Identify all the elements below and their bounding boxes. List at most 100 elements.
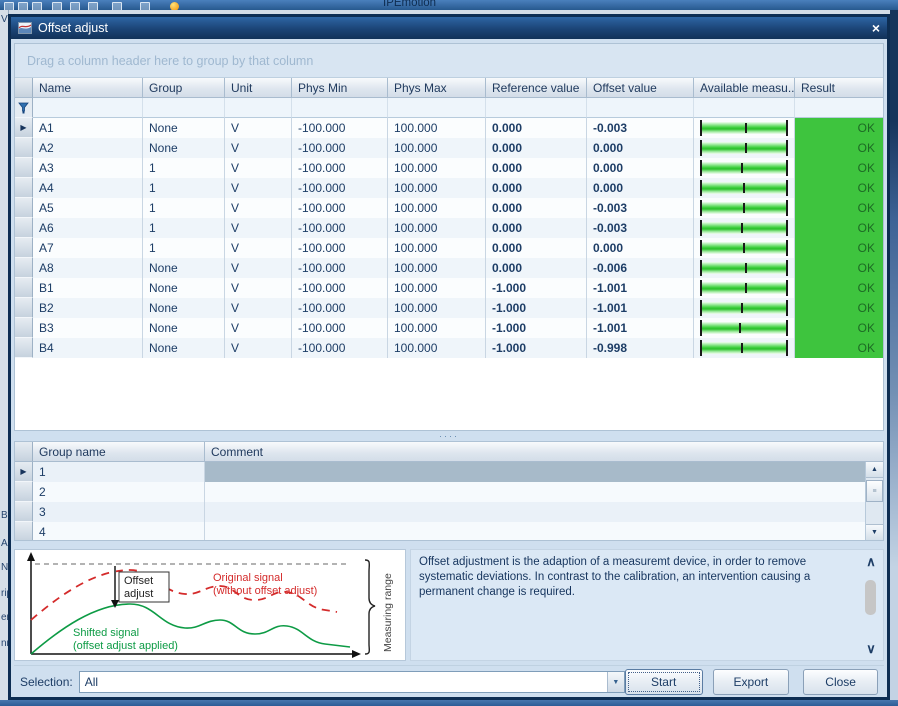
row-selector[interactable] [15, 482, 33, 502]
row-selector[interactable] [15, 258, 33, 278]
cell-unit: V [225, 178, 292, 198]
cell-phys-max: 100.000 [388, 118, 486, 138]
column-header-result[interactable]: Result [795, 78, 883, 98]
screen: IPEmotion ViBANriperenn Offset adjust × … [0, 0, 898, 706]
cell-name: B4 [33, 338, 143, 358]
column-header-phys-min[interactable]: Phys Min [292, 78, 388, 98]
row-selector[interactable] [15, 298, 33, 318]
export-button[interactable]: Export [712, 669, 790, 695]
filter-cell-phys-min[interactable] [292, 98, 388, 118]
cell-unit: V [225, 318, 292, 338]
table-row[interactable]: ▶ A1 None V -100.000 100.000 0.000 -0.003 OK [15, 118, 883, 138]
list-item[interactable]: 4 [15, 522, 883, 540]
row-selector[interactable] [15, 238, 33, 258]
column-header-group-name[interactable]: Group name [33, 442, 205, 462]
column-header-reference-value[interactable]: Reference value [486, 78, 587, 98]
filter-cell-available-measu[interactable] [694, 98, 795, 118]
cell-offset-value: -0.998 [587, 338, 694, 358]
description-scrollbar[interactable]: ∧ ∨ [862, 553, 880, 657]
filter-cell-unit[interactable] [225, 98, 292, 118]
selection-combobox[interactable]: All ▼ [78, 671, 625, 693]
row-selector[interactable] [15, 338, 33, 358]
cell-name: B3 [33, 318, 143, 338]
scroll-up-icon[interactable]: ▲ [866, 462, 883, 478]
row-selector[interactable] [15, 138, 33, 158]
cell-offset-value: 0.000 [587, 158, 694, 178]
panel-splitter[interactable]: ···· [14, 431, 884, 441]
filter-cell-reference-value[interactable] [486, 98, 587, 118]
row-selector[interactable] [15, 178, 33, 198]
filter-cell-offset-value[interactable] [587, 98, 694, 118]
chevron-down-icon[interactable]: ▼ [606, 672, 624, 692]
row-selector[interactable] [15, 218, 33, 238]
table-row[interactable]: A7 1 V -100.000 100.000 0.000 0.000 OK [15, 238, 883, 258]
table-row[interactable]: A8 None V -100.000 100.000 0.000 -0.006 OK [15, 258, 883, 278]
column-header-unit[interactable]: Unit [225, 78, 292, 98]
toolbar-icon[interactable] [52, 2, 62, 10]
scroll-up-icon[interactable]: ∧ [862, 553, 880, 570]
row-selector[interactable] [15, 318, 33, 338]
scroll-down-icon[interactable]: ∨ [862, 640, 880, 657]
toolbar-icon[interactable] [18, 2, 28, 10]
filter-cell-group[interactable] [143, 98, 225, 118]
meter-value-tick [743, 203, 745, 213]
close-button[interactable]: Close [803, 669, 878, 695]
selection-label: Selection: [20, 675, 73, 689]
list-item[interactable]: ▶ 1 [15, 462, 883, 482]
toolbar-icon[interactable] [70, 2, 80, 10]
row-selector[interactable] [15, 502, 33, 522]
table-row[interactable]: A5 1 V -100.000 100.000 0.000 -0.003 OK [15, 198, 883, 218]
table-row[interactable]: B3 None V -100.000 100.000 -1.000 -1.001 OK [15, 318, 883, 338]
dialog-footer: Selection: All ▼ Start Export Close [14, 665, 884, 698]
close-icon[interactable]: × [872, 21, 880, 35]
smiley-icon[interactable] [170, 2, 179, 10]
column-header-name[interactable]: Name [33, 78, 143, 98]
table-row[interactable]: B1 None V -100.000 100.000 -1.000 -1.001 OK [15, 278, 883, 298]
row-selector[interactable] [15, 198, 33, 218]
table-row[interactable]: B4 None V -100.000 100.000 -1.000 -0.998 OK [15, 338, 883, 358]
row-selector[interactable]: ▶ [15, 462, 33, 482]
available-measurements-cell [694, 178, 795, 198]
table-row[interactable]: A2 None V -100.000 100.000 0.000 0.000 OK [15, 138, 883, 158]
result-cell: OK [795, 278, 883, 298]
filter-cell-result[interactable] [795, 98, 883, 118]
cell-phys-max: 100.000 [388, 318, 486, 338]
column-header-phys-max[interactable]: Phys Max [388, 78, 486, 98]
meter-value-tick [744, 123, 747, 133]
toolbar-icon[interactable] [88, 2, 98, 10]
column-header-available-measu[interactable]: Available measu... [694, 78, 795, 98]
table-row[interactable]: A3 1 V -100.000 100.000 0.000 0.000 OK [15, 158, 883, 178]
table-row[interactable]: A4 1 V -100.000 100.000 0.000 0.000 OK [15, 178, 883, 198]
scroll-down-icon[interactable]: ▼ [866, 524, 883, 540]
cell-reference-value: -1.000 [486, 298, 587, 318]
filter-cell-name[interactable] [33, 98, 143, 118]
row-selector[interactable] [15, 278, 33, 298]
filter-cell-phys-max[interactable] [388, 98, 486, 118]
groups-scrollbar[interactable]: ▲ ≡ ▼ [865, 462, 883, 540]
list-item[interactable]: 2 [15, 482, 883, 502]
scrollbar-thumb[interactable] [865, 580, 876, 616]
table-row[interactable]: B2 None V -100.000 100.000 -1.000 -1.001 OK [15, 298, 883, 318]
cell-name: A1 [33, 118, 143, 138]
cell-reference-value: 0.000 [486, 118, 587, 138]
cell-name: A4 [33, 178, 143, 198]
toolbar-icon[interactable] [4, 2, 14, 10]
list-item[interactable]: 3 [15, 502, 883, 522]
column-header-offset-value[interactable]: Offset value [587, 78, 694, 98]
toolbar-icon[interactable] [112, 2, 122, 10]
group-by-area[interactable]: Drag a column header here to group by th… [15, 44, 883, 78]
scrollbar-thumb[interactable]: ≡ [866, 480, 883, 502]
row-selector[interactable] [15, 522, 33, 540]
toolbar-icon[interactable] [32, 2, 42, 10]
row-selector[interactable] [15, 158, 33, 178]
row-selector[interactable]: ▶ [15, 118, 33, 138]
filter-selector-cell[interactable] [15, 98, 33, 118]
toolbar-icon[interactable] [140, 2, 150, 10]
cell-phys-max: 100.000 [388, 298, 486, 318]
dialog-titlebar[interactable]: Offset adjust × [11, 17, 887, 39]
column-header-comment[interactable]: Comment [205, 442, 883, 462]
cell-phys-min: -100.000 [292, 178, 388, 198]
column-header-group[interactable]: Group [143, 78, 225, 98]
start-button[interactable]: Start [624, 669, 703, 695]
table-row[interactable]: A6 1 V -100.000 100.000 0.000 -0.003 OK [15, 218, 883, 238]
